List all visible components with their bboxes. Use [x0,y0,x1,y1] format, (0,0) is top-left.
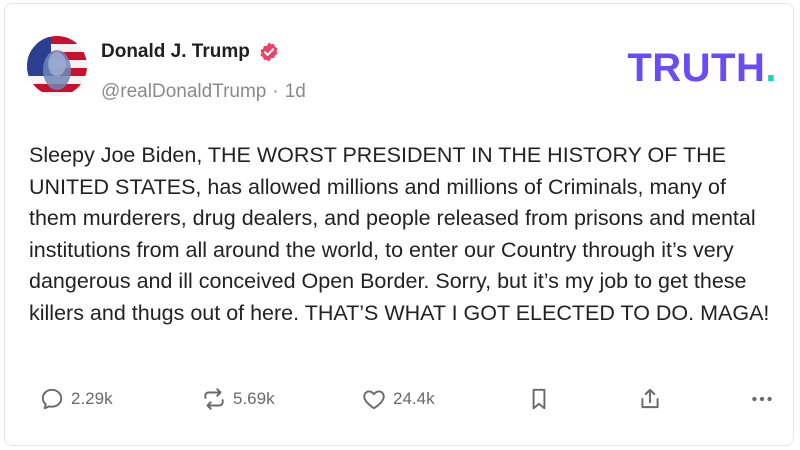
more-dots-icon [752,396,772,402]
post-time[interactable]: 1d [285,81,306,103]
share-button[interactable] [637,386,663,412]
retruth-count: 5.69k [233,389,275,408]
avatar[interactable] [27,36,87,96]
reply-count: 2.29k [71,389,113,408]
comment-icon [41,388,63,410]
share-icon [641,388,659,409]
more-options-button[interactable] [749,386,775,412]
bookmark-icon [532,388,546,410]
display-name[interactable]: Donald J. Trump [101,41,250,63]
like-count: 24.4k [393,389,435,408]
bookmark-button[interactable] [526,386,552,412]
post-card: Donald J. Trump @realDonaldTrump · 1d TR… [4,3,794,446]
retruth-button[interactable]: 5.69k [201,386,275,412]
heart-icon [363,390,385,410]
meta-separator: · [272,81,279,102]
handle[interactable]: @realDonaldTrump [101,81,266,103]
retruth-icon [204,388,224,410]
reply-button[interactable]: 2.29k [39,386,113,412]
truth-logo: TRUTH. [627,48,777,88]
like-button[interactable]: 24.4k [361,386,435,412]
truth-logo-dot: . [765,46,777,90]
post-text: Sleepy Joe Biden, THE WORST PRESIDENT IN… [29,143,770,325]
verified-badge-icon [258,41,280,63]
truth-logo-text: TRUTH [627,46,766,90]
